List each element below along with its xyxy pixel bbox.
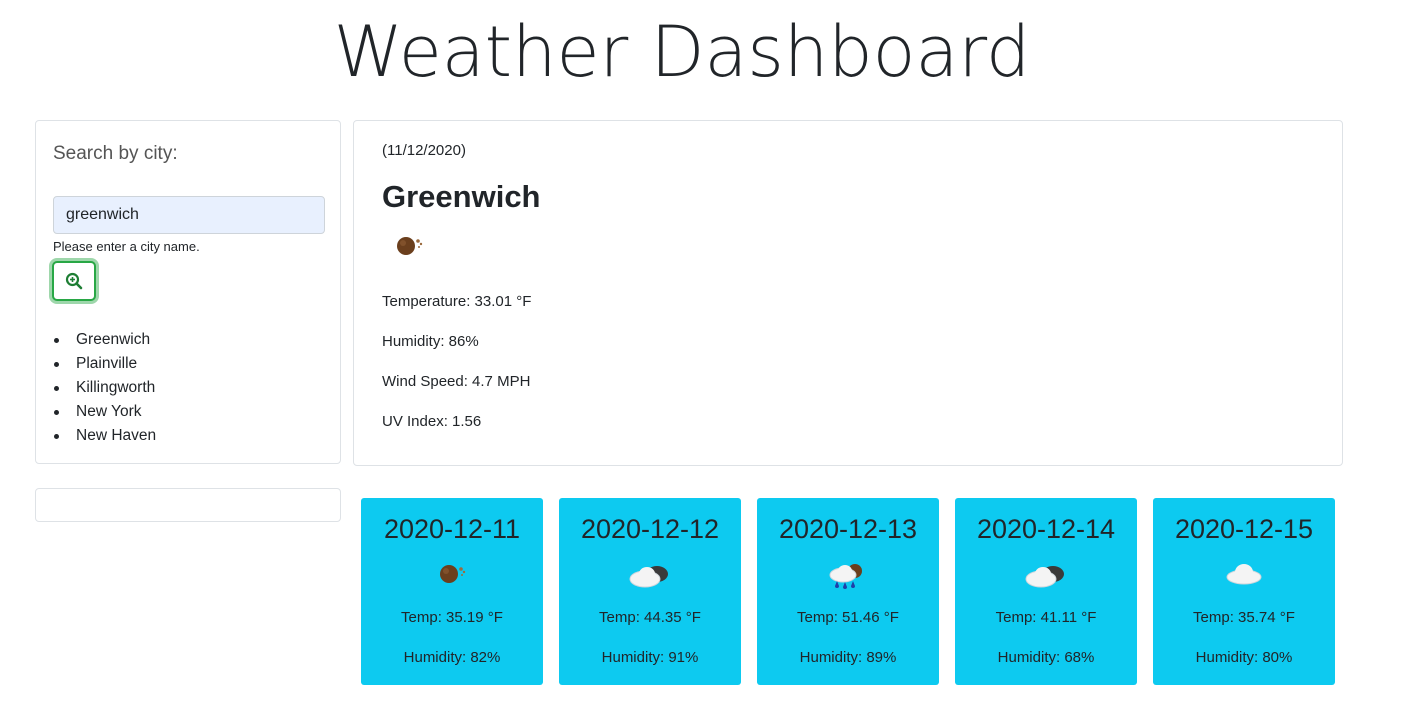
forecast-date: 2020-12-11 (383, 514, 521, 544)
rain-cloud-icon (829, 564, 862, 589)
current-date: (11/12/2020) (382, 142, 466, 159)
forecast-card: 2020-12-12 Temp: 44.35 °F Humidity: 91% (559, 498, 741, 685)
search-history-list: Greenwich Plainville Killingworth New Yo… (53, 328, 156, 448)
forecast-temp: Temp: 51.46 °F (797, 609, 899, 626)
history-item[interactable]: New York (53, 400, 156, 424)
forecast-card: 2020-12-14 Temp: 41.11 °F Humidity: 68% (955, 498, 1137, 685)
forecast-temp: Temp: 44.35 °F (599, 609, 701, 626)
forecast-humidity: Humidity: 91% (601, 649, 699, 666)
dusty-moon-icon (440, 565, 466, 583)
forecast-card: 2020-12-15 Temp: 35.74 °F Humidity: 80% (1153, 498, 1335, 685)
history-item[interactable]: Killingworth (53, 376, 156, 400)
dusty-moon-icon (397, 237, 423, 255)
forecast-card: 2020-12-11 Temp: 35.19 °F Humidity: 82% (361, 498, 543, 685)
search-button[interactable] (52, 261, 96, 301)
current-wind-speed: Wind Speed: 4.7 MPH (382, 373, 531, 390)
forecast-temp: Temp: 41.11 °F (995, 609, 1097, 626)
empty-panel (35, 488, 341, 522)
current-temperature: Temperature: 33.01 °F (382, 293, 532, 310)
current-uv-index: UV Index: 1.56 (382, 413, 482, 430)
search-panel: Search by city: Please enter a city name… (35, 120, 341, 464)
search-icon (65, 272, 83, 290)
forecast-date: 2020-12-13 (778, 514, 918, 544)
forecast-humidity: Humidity: 80% (1195, 649, 1293, 666)
history-item[interactable]: Greenwich (53, 328, 156, 352)
forecast-date: 2020-12-15 (1174, 514, 1314, 544)
current-weather-panel: (11/12/2020) Greenwich Temperature: 33.0… (353, 120, 1343, 466)
forecast-temp: Temp: 35.74 °F (1193, 609, 1295, 626)
current-city: Greenwich (382, 179, 541, 214)
forecast-humidity: Humidity: 68% (997, 649, 1095, 666)
history-item[interactable]: Plainville (53, 352, 156, 376)
current-humidity: Humidity: 86% (382, 333, 479, 350)
search-hint: Please enter a city name. (53, 239, 200, 254)
forecast-humidity: Humidity: 89% (799, 649, 897, 666)
page-title: Weather Dashboard (333, 11, 1031, 93)
forecast-humidity: Humidity: 82% (403, 649, 501, 666)
history-item[interactable]: New Haven (53, 424, 156, 448)
forecast-card: 2020-12-13 Temp: 51.46 °F Humidity: 89% (757, 498, 939, 685)
search-input[interactable] (53, 196, 325, 234)
forecast-date: 2020-12-12 (580, 514, 720, 544)
forecast-temp: Temp: 35.19 °F (401, 609, 503, 626)
forecast-date: 2020-12-14 (976, 514, 1116, 544)
partly-cloudy-icon (629, 566, 668, 588)
cloud-icon (1226, 564, 1262, 585)
search-label: Search by city: (53, 143, 178, 164)
partly-cloudy-icon (1025, 566, 1064, 588)
